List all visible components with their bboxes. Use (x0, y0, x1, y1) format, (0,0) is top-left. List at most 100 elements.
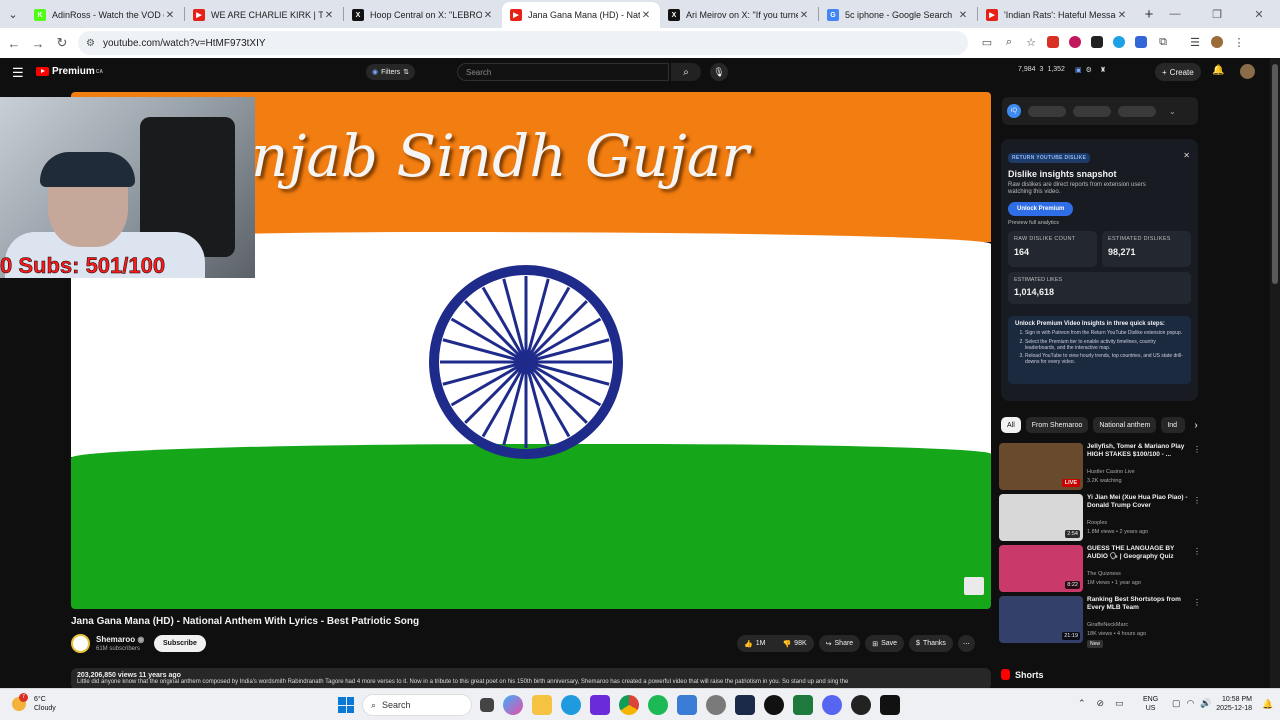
reading-list-icon[interactable]: ☰ (1184, 31, 1206, 53)
extension-icon-1[interactable] (1042, 31, 1064, 53)
tab-close-icon[interactable]: ✕ (957, 10, 969, 21)
tab-close-icon[interactable]: ✕ (1116, 10, 1128, 21)
account-avatar[interactable] (1240, 64, 1255, 79)
search-input[interactable]: Search (457, 63, 669, 81)
video-thumbnail[interactable]: LIVE (999, 443, 1083, 490)
tab-search-icon[interactable]: ⌄ (0, 0, 26, 28)
chrome-icon[interactable] (619, 695, 639, 715)
extension-pill-3[interactable] (1118, 105, 1156, 117)
thanks-button[interactable]: $ Thanks (909, 635, 953, 652)
translate-icon[interactable]: ▣ (1075, 66, 1082, 74)
cast-icon[interactable]: ▭ (976, 31, 998, 53)
recommendation-item[interactable]: 21:19 Ranking Best Shortstops from Every … (999, 596, 1201, 648)
rec-channel[interactable]: Rooples (1087, 520, 1107, 526)
create-button[interactable]: + Create (1155, 63, 1201, 81)
spotify-icon[interactable] (648, 695, 668, 715)
channel-name[interactable]: Shemaroo ◉ (96, 635, 144, 644)
rec-channel[interactable]: Hustler Casino Live (1087, 469, 1135, 475)
chip-all[interactable]: All (1001, 417, 1021, 433)
zoom-icon[interactable]: ⌕ (998, 31, 1020, 53)
minimize-icon[interactable]: — (1154, 8, 1196, 20)
start-button-icon[interactable] (338, 697, 354, 713)
input-language[interactable]: ENG US (1143, 695, 1158, 713)
meet-icon[interactable]: ▭ (1115, 698, 1124, 709)
system-clock[interactable]: 10:58 PM 2025-12-18 (1208, 695, 1252, 713)
tab-close-icon[interactable]: ✕ (640, 10, 652, 21)
excel-icon[interactable] (793, 695, 813, 715)
recommendation-item[interactable]: 2:54 Yi Jian Mei (Xue Hua Piao Piao) - Do… (999, 494, 1201, 542)
tray-overflow-icon[interactable]: ⌃ (1078, 698, 1086, 709)
more-options-icon[interactable]: ⋮ (1193, 496, 1201, 505)
reload-icon[interactable]: ↻ (50, 35, 74, 51)
rec-title[interactable]: GUESS THE LANGUAGE BY AUDIO 🗣 | Geograph… (1087, 545, 1192, 562)
like-button[interactable]: 👍 1M (737, 635, 772, 652)
settings-icon[interactable]: ⚙ (1086, 66, 1092, 74)
extension-icon-3[interactable] (1086, 31, 1108, 53)
tiktok-icon[interactable] (880, 695, 900, 715)
rec-title[interactable]: Jellyfish, Tomer & Mariano Play HIGH STA… (1087, 443, 1192, 460)
forward-icon[interactable]: → (26, 36, 50, 51)
save-button[interactable]: ⊞ Save (865, 635, 905, 652)
preview-analytics-link[interactable]: Preview full analytics (1008, 220, 1191, 226)
chevron-right-icon[interactable]: › (1194, 420, 1197, 431)
trophy-icon[interactable]: ♜ (1100, 66, 1106, 74)
close-icon[interactable]: ✕ (1183, 151, 1190, 160)
tab-close-icon[interactable]: ✕ (323, 10, 335, 21)
recommendation-item[interactable]: 8:22 GUESS THE LANGUAGE BY AUDIO 🗣 | Geog… (999, 545, 1201, 593)
unlock-premium-button[interactable]: Unlock Premium (1008, 202, 1074, 217)
close-window-icon[interactable]: ✕ (1238, 8, 1280, 21)
task-view-icon[interactable] (480, 698, 494, 712)
channel-avatar[interactable] (71, 634, 90, 653)
more-options-icon[interactable]: ⋮ (1193, 598, 1201, 607)
wifi-icon[interactable]: ◠ (1187, 698, 1195, 709)
browser-tab[interactable]: ▶ Jana Gana Mana (HD) - Nation✕ (502, 2, 660, 28)
network-off-icon[interactable]: ⊘ (1097, 698, 1105, 709)
rec-channel[interactable]: GiraffeNeckMarc (1087, 622, 1128, 628)
browser-tab[interactable]: K AdinRoss - Watch the VOD on K✕ (26, 2, 184, 28)
obs-icon[interactable] (851, 695, 871, 715)
rec-title[interactable]: Ranking Best Shortstops from Every MLB T… (1087, 596, 1192, 613)
edge-icon[interactable] (561, 695, 581, 715)
nzxt-icon[interactable] (590, 695, 610, 715)
maximize-icon[interactable]: ❐ (1196, 8, 1238, 21)
page-scrollbar[interactable] (1270, 58, 1280, 688)
video-thumbnail[interactable]: 8:22 (999, 545, 1083, 592)
video-thumbnail[interactable]: 2:54 (999, 494, 1083, 541)
notifications-bell-icon[interactable]: 🔔 (1212, 65, 1224, 76)
site-info-icon[interactable]: ⚙ (86, 38, 95, 49)
browser-tab[interactable]: X Ari Meirov on X: "If you turned ✕ (660, 2, 818, 28)
tab-close-icon[interactable]: ✕ (798, 10, 810, 21)
dislike-button[interactable]: 👎 98K (775, 635, 813, 652)
voice-search-button[interactable]: 🎙 (710, 63, 728, 81)
extension-icon-4[interactable] (1108, 31, 1130, 53)
more-options-icon[interactable]: ⋮ (1193, 547, 1201, 556)
discord-icon[interactable] (822, 695, 842, 715)
browser-tab[interactable]: X Hoop Central on X: "LEBRON JA✕ (344, 2, 502, 28)
vscode-icon[interactable] (735, 695, 755, 715)
rec-channel[interactable]: The Quizness (1087, 571, 1121, 577)
file-explorer-icon[interactable] (532, 695, 552, 715)
back-icon[interactable]: ← (2, 36, 26, 51)
chevron-down-icon[interactable]: ⌄ (1169, 107, 1176, 116)
copilot-icon[interactable] (503, 695, 523, 715)
notepad-icon[interactable] (677, 695, 697, 715)
bookmark-star-icon[interactable]: ☆ (1020, 31, 1042, 53)
extension-icon-2[interactable] (1064, 31, 1086, 53)
chip-national-anthem[interactable]: National anthem (1093, 417, 1157, 433)
tab-close-icon[interactable]: ✕ (482, 10, 494, 21)
chip-more[interactable]: Ind (1161, 417, 1186, 433)
extensions-puzzle-icon[interactable]: ⧉ (1152, 31, 1174, 53)
description-box[interactable]: 203,206,850 views 11 years ago Little di… (71, 668, 991, 690)
monitor-icon[interactable]: ▢ (1172, 698, 1181, 709)
browser-tab[interactable]: ▶ WE ARE CHARLIE KIRK | Trump✕ (185, 2, 343, 28)
profile-avatar-icon[interactable] (1206, 31, 1228, 53)
browser-tab[interactable]: ▶ 'Indian Rats': Hateful Message ✕ (978, 2, 1136, 28)
app-4k-icon[interactable] (764, 695, 784, 715)
rec-title[interactable]: Yi Jian Mei (Xue Hua Piao Piao) - Donald… (1087, 494, 1192, 511)
channel-watermark[interactable] (964, 577, 984, 595)
more-actions-button[interactable]: ⋯ (957, 635, 975, 652)
notification-center-icon[interactable]: 🔔 (1262, 699, 1273, 710)
browser-tab[interactable]: G 5c iphone - Google Search ✕ (819, 2, 977, 28)
youtube-logo[interactable]: Premium CA (36, 66, 103, 77)
settings-app-icon[interactable] (706, 695, 726, 715)
